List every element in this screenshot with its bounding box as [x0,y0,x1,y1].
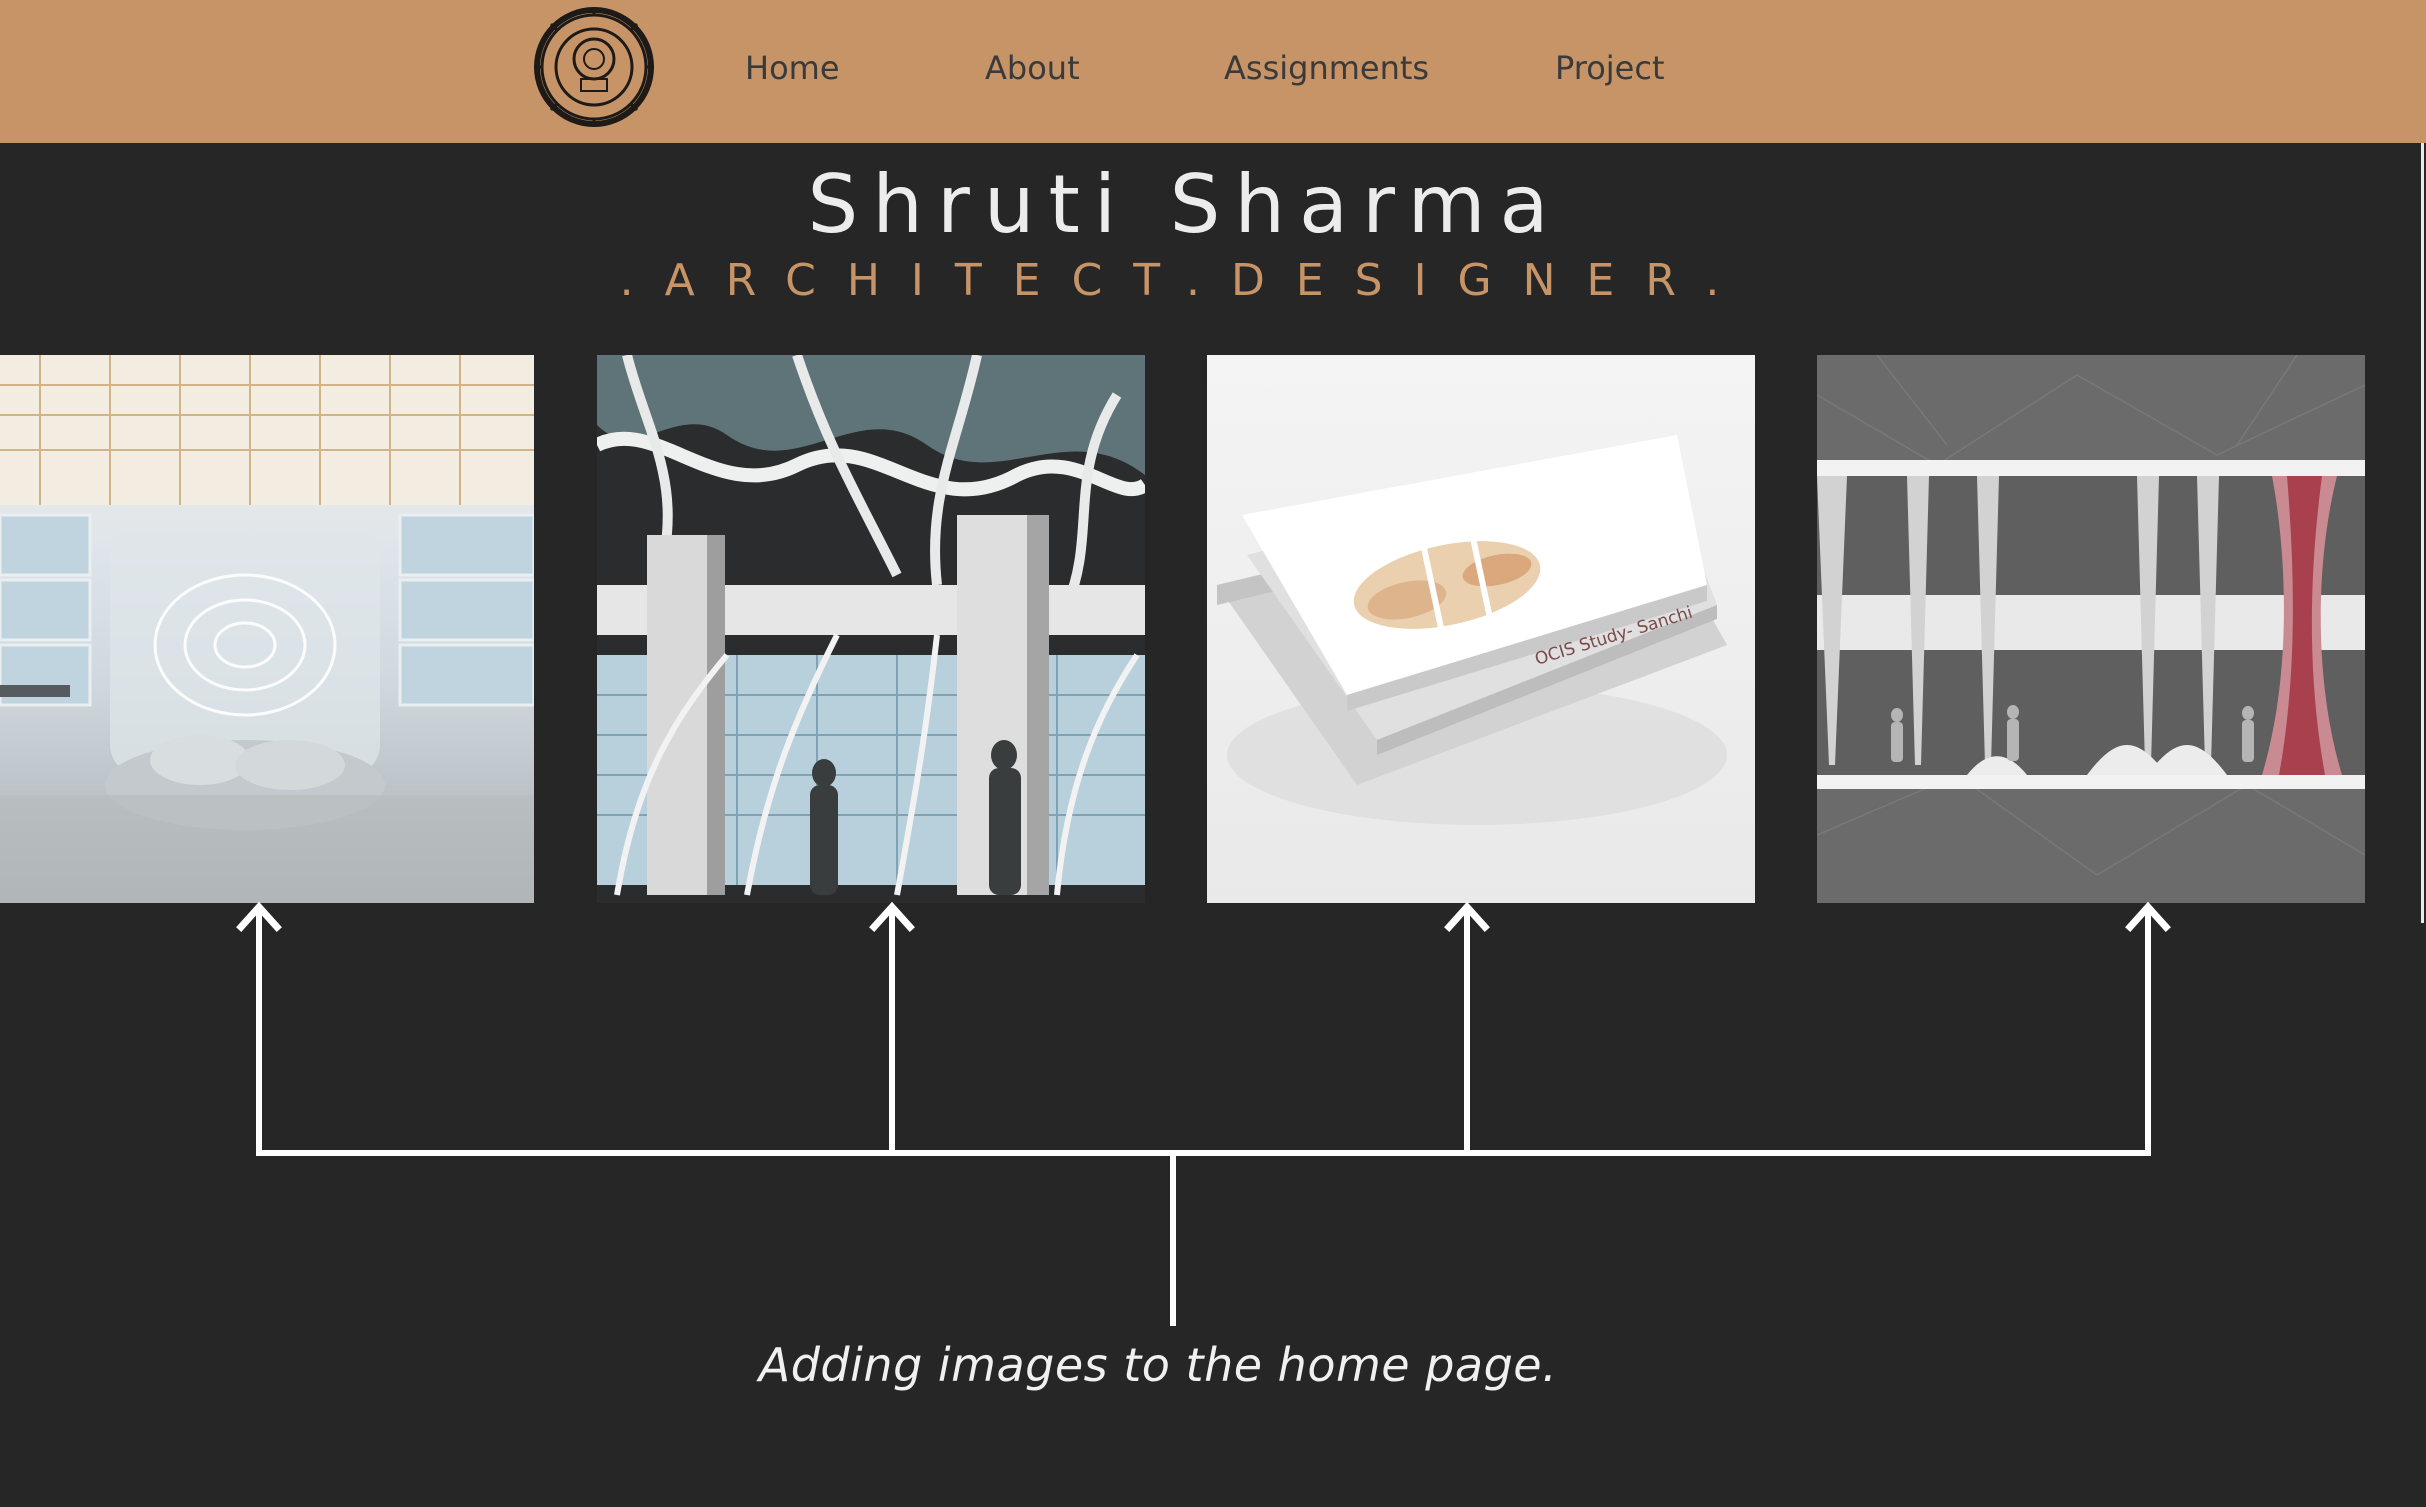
annotation-arrows [236,901,2171,1326]
annotation-caption: Adding images to the home page. [758,1338,1558,1392]
